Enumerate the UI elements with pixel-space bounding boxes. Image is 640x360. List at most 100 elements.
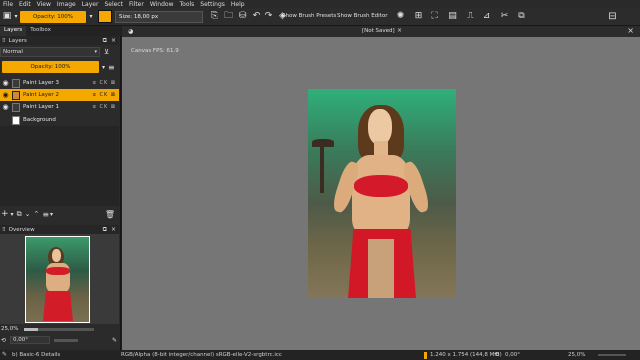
- brightness-icon[interactable]: ✺: [394, 10, 407, 23]
- layer-name: Background: [23, 117, 56, 123]
- blend-mode-select[interactable]: Normal ▾: [0, 46, 100, 57]
- eye-icon[interactable]: ◉: [1, 103, 10, 111]
- layer-flags[interactable]: α CK ⊠: [93, 92, 116, 98]
- float-icon[interactable]: ⧉: [103, 37, 107, 45]
- chevron-down-icon[interactable]: ▾: [50, 211, 53, 218]
- layer-name: Paint Layer 3: [23, 80, 59, 86]
- rotation-slider[interactable]: [54, 338, 79, 342]
- eye-icon[interactable]: ◉: [1, 91, 10, 99]
- menu-filter[interactable]: Filter: [129, 1, 144, 8]
- zoom-slider[interactable]: [24, 327, 95, 331]
- float-icon[interactable]: ⧉: [103, 226, 107, 234]
- document-title[interactable]: [Not Saved]: [362, 28, 395, 34]
- trash-icon[interactable]: 🗑: [105, 210, 115, 219]
- layer-thumbnail: [12, 115, 20, 125]
- layers-docker: Layers Toolbox ⠿ Layers ⧉ × Normal ▾ ⊻ O…: [0, 26, 121, 350]
- layer-opacity-slider[interactable]: Opacity: 100%: [2, 61, 99, 73]
- brush-icon: ✎: [2, 351, 8, 358]
- duplicate-layer-icon[interactable]: ⧉: [17, 210, 22, 219]
- add-layer-icon[interactable]: +: [1, 209, 9, 219]
- color-profile-label: RGB/Alpha (8-bit integer/channel) sRGB-e…: [121, 352, 282, 358]
- chevron-down-icon[interactable]: ▾: [12, 10, 20, 23]
- figure-leg-shape: [368, 239, 394, 298]
- overview-area[interactable]: [0, 234, 119, 324]
- redo-icon[interactable]: ↷: [262, 10, 275, 23]
- image-dimensions-label: 1.240 x 1.754 (144,8 MiB): [430, 352, 502, 358]
- rotate-icon[interactable]: ⟲: [494, 351, 499, 358]
- mirror-icon[interactable]: ⎍: [464, 10, 477, 23]
- menu-file[interactable]: File: [3, 1, 13, 8]
- artwork-canvas[interactable]: [308, 89, 456, 298]
- close-icon[interactable]: ×: [111, 37, 116, 44]
- chevron-down-icon[interactable]: ▾: [11, 211, 14, 218]
- show-brush-presets-button[interactable]: Show Brush Presets: [282, 13, 336, 19]
- close-icon[interactable]: ×: [111, 226, 116, 233]
- current-brush-label[interactable]: b) Basic-6 Details: [12, 352, 60, 358]
- menu-settings[interactable]: Settings: [200, 1, 225, 8]
- show-brush-editor-button[interactable]: Show Brush Editor: [337, 13, 388, 19]
- layer-flags[interactable]: α CK ⊠: [93, 80, 116, 86]
- layer-row[interactable]: ◉ Background: [0, 114, 119, 126]
- layer-name: Paint Layer 1: [23, 104, 59, 110]
- figure-top-shape: [46, 267, 70, 275]
- chevron-down-icon[interactable]: ▾: [102, 64, 105, 71]
- zoom-value[interactable]: 25,0%: [568, 352, 585, 358]
- move-down-icon[interactable]: ⌄: [25, 210, 31, 218]
- workspace-icon[interactable]: ⊟: [606, 10, 619, 23]
- figure-face-shape: [368, 109, 392, 145]
- move-up-icon[interactable]: ⌃: [33, 210, 39, 218]
- open-document-icon[interactable]: 🗀: [222, 10, 235, 23]
- zoom-value: 25,0%: [1, 326, 19, 332]
- overview-thumbnail[interactable]: [25, 236, 90, 323]
- menu-icon[interactable]: ≡: [108, 63, 115, 72]
- menu-select[interactable]: Select: [104, 1, 123, 8]
- rotation-field[interactable]: 0,00°: [10, 336, 51, 344]
- eye-icon[interactable]: ◉: [1, 79, 10, 87]
- layer-flags[interactable]: α CK ⊠: [93, 104, 116, 110]
- new-document-icon[interactable]: ⎘: [208, 10, 221, 23]
- save-icon[interactable]: ⛁: [236, 10, 249, 23]
- document-icon[interactable]: ▤: [446, 10, 459, 23]
- app-logo-icon: ◕: [128, 28, 134, 35]
- docker-tabs: Layers Toolbox: [0, 26, 121, 36]
- menu-edit[interactable]: Edit: [19, 1, 31, 8]
- wrap-around-icon[interactable]: ⊞: [412, 10, 425, 23]
- menu-tools[interactable]: Tools: [180, 1, 195, 8]
- layer-thumbnail: [12, 78, 20, 88]
- brush-tip-icon[interactable]: ▣: [2, 10, 12, 23]
- foreground-color-swatch[interactable]: [98, 10, 112, 23]
- crop-icon[interactable]: ⛶: [428, 10, 441, 23]
- menu-image[interactable]: Image: [57, 1, 76, 8]
- overview-title: Overview: [8, 226, 35, 233]
- rotation-value[interactable]: 0,00°: [505, 352, 520, 358]
- memory-indicator: [424, 352, 427, 359]
- tab-layers[interactable]: Layers: [0, 26, 27, 36]
- zoom-row: 25,0%: [0, 324, 119, 334]
- menu-window[interactable]: Window: [150, 1, 174, 8]
- filter-icon[interactable]: ⧉: [515, 10, 528, 23]
- tab-toolbox[interactable]: Toolbox: [26, 26, 55, 36]
- dock-handle-icon: ⠿: [2, 226, 6, 233]
- layer-row[interactable]: ◉ Paint Layer 1 α CK ⊠: [0, 101, 119, 113]
- status-bar: ✎ b) Basic-6 Details RGB/Alpha (8-bit in…: [0, 350, 640, 360]
- properties-icon[interactable]: ≡: [42, 210, 49, 219]
- scissors-icon[interactable]: ✂: [498, 10, 511, 23]
- layer-row[interactable]: ◉ Paint Layer 3 α CK ⊠: [0, 77, 119, 89]
- zoom-slider[interactable]: [598, 354, 626, 356]
- brush-size-field[interactable]: Size: 18,00 px: [115, 11, 203, 23]
- layer-row-selected[interactable]: ◉ Paint Layer 2 α CK ⊠: [0, 89, 119, 101]
- pin-icon[interactable]: ✎: [112, 337, 117, 344]
- opacity-slider[interactable]: Opacity: 100%: [20, 11, 86, 23]
- menu-help[interactable]: Help: [231, 1, 245, 8]
- chevron-down-icon[interactable]: ▾: [87, 10, 95, 23]
- rotate-icon[interactable]: ⟲: [1, 337, 6, 344]
- layer-opacity-row: Opacity: 100% ▾ ≡: [0, 60, 119, 74]
- menu-layer[interactable]: Layer: [82, 1, 99, 8]
- filter-layers-icon[interactable]: ⊻: [104, 48, 109, 56]
- menu-view[interactable]: View: [37, 1, 51, 8]
- pin-icon[interactable]: ⊿: [480, 10, 493, 23]
- dock-handle-icon: ⠿: [2, 37, 6, 44]
- close-icon[interactable]: ×: [627, 26, 634, 35]
- menu-bar: File Edit View Image Layer Select Filter…: [0, 0, 640, 8]
- close-icon[interactable]: ×: [397, 27, 402, 34]
